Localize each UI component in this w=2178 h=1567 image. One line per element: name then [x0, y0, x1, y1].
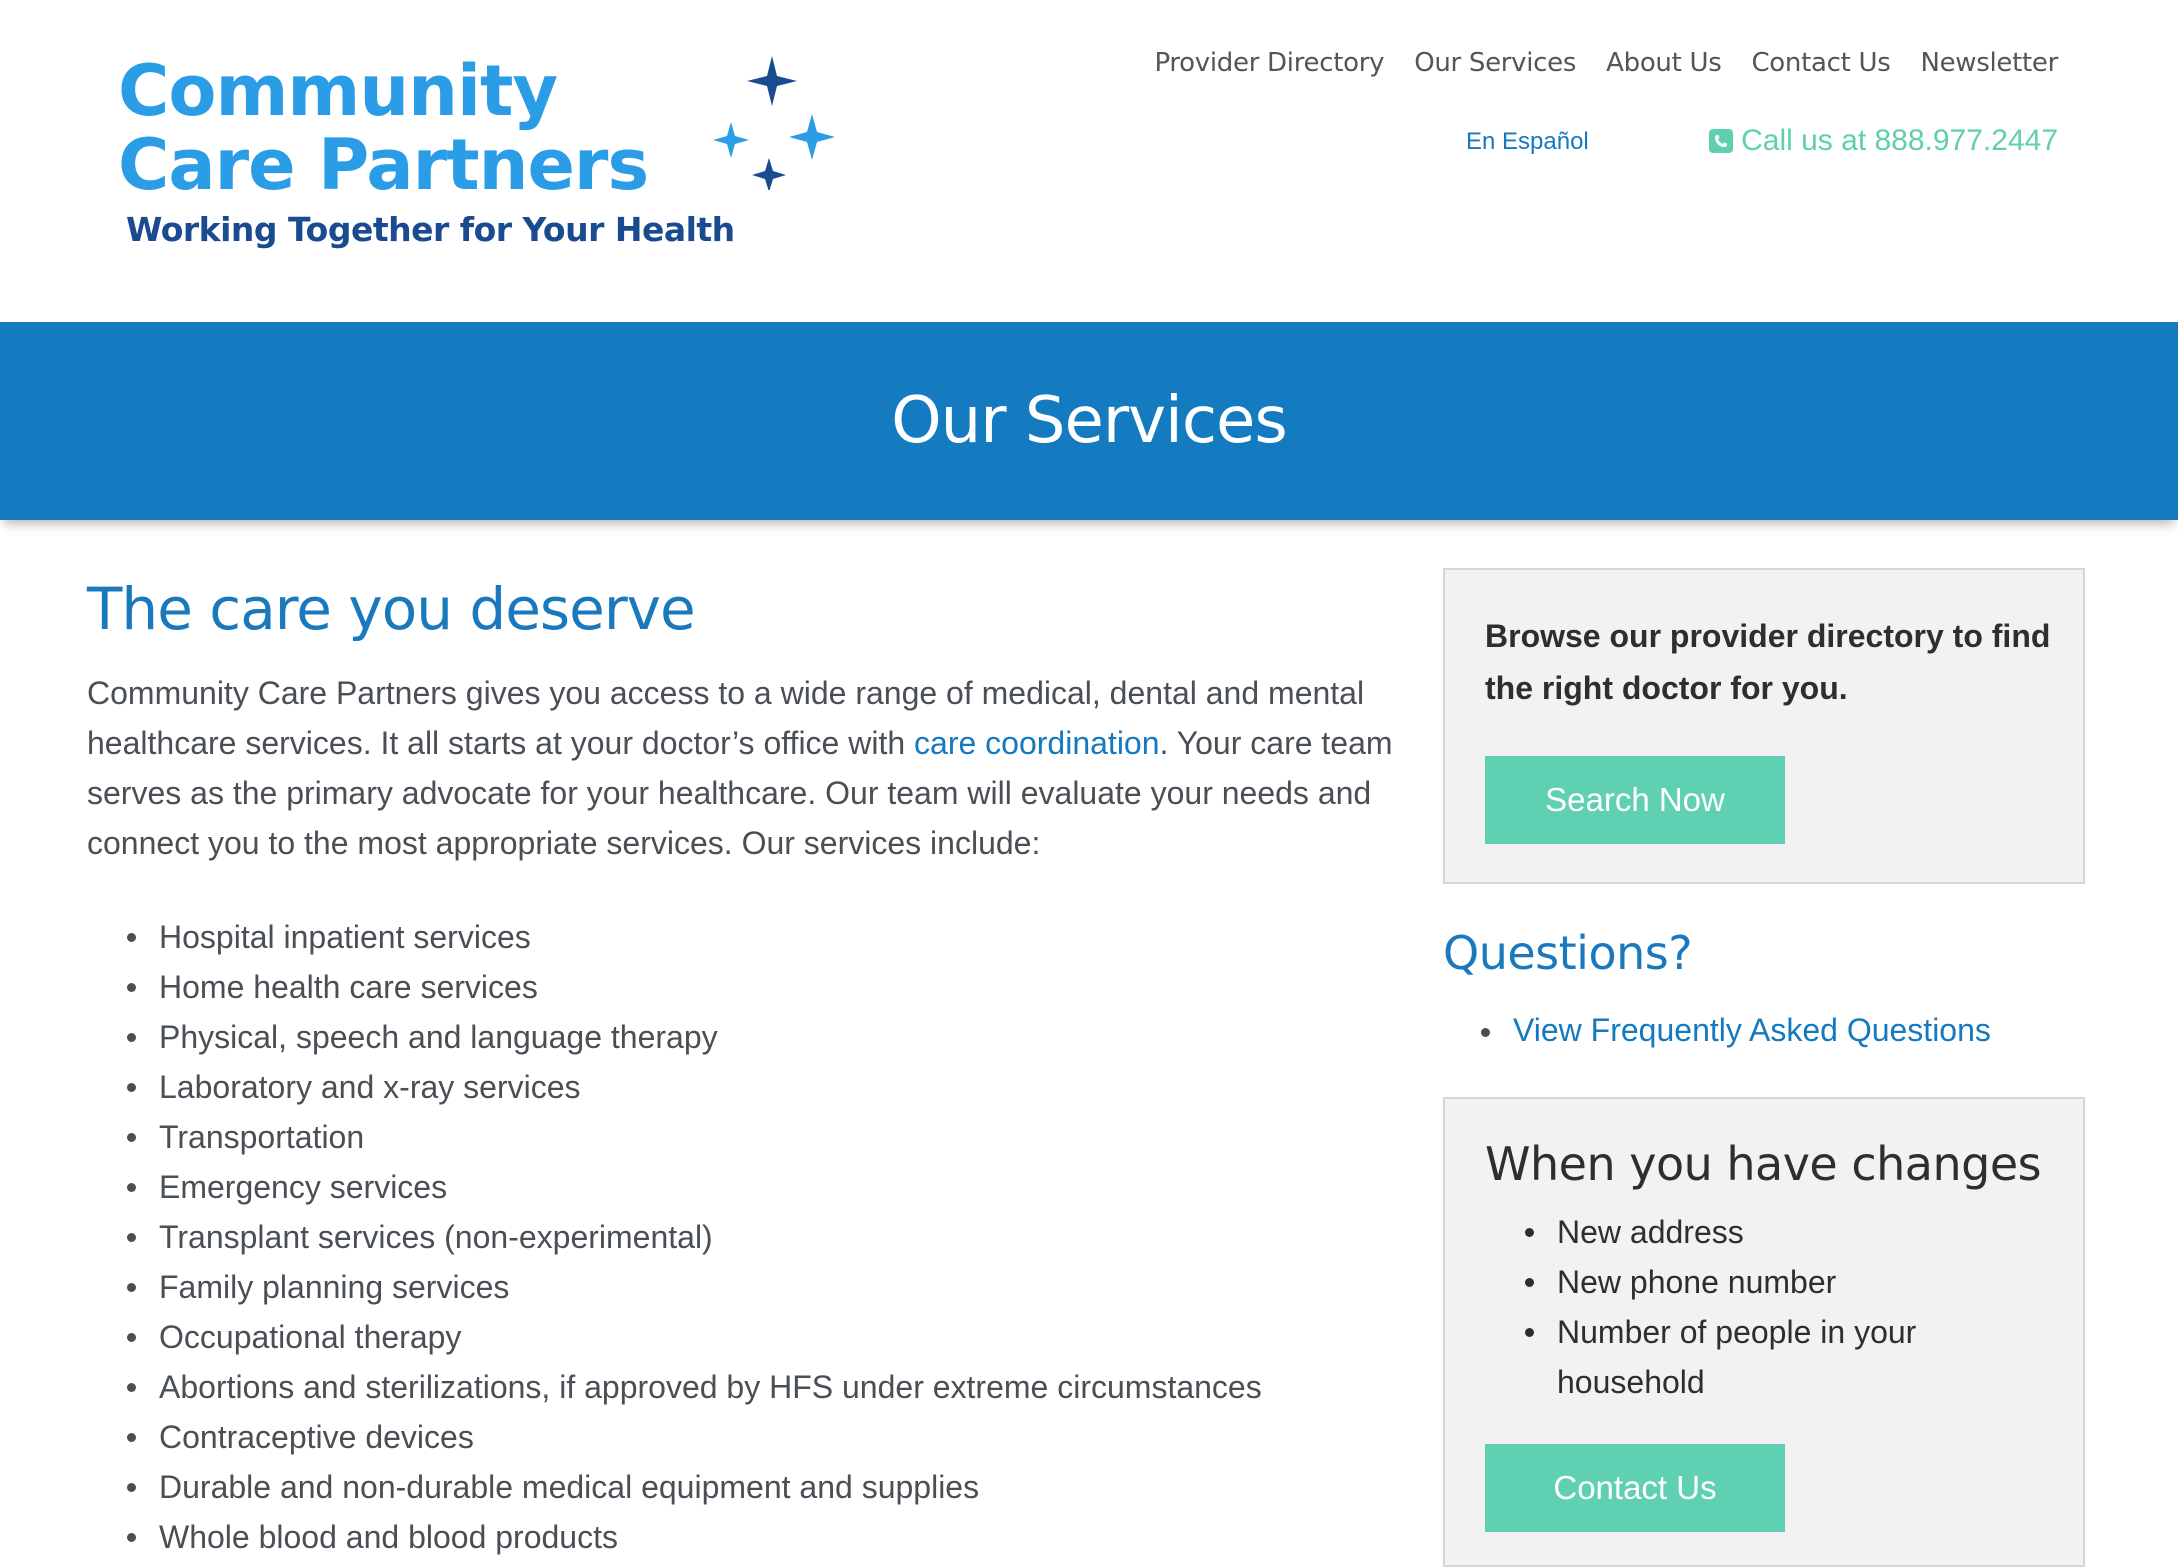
- care-coordination-link[interactable]: care coordination: [914, 725, 1159, 761]
- nav-contact-us[interactable]: Contact Us: [1751, 48, 1890, 78]
- service-item: Transportation: [127, 1112, 1417, 1162]
- logo-line-1: Community: [118, 50, 558, 132]
- service-item: Family planning services: [127, 1262, 1417, 1312]
- change-item: New phone number: [1525, 1257, 2017, 1307]
- change-item: Number of people in your household: [1525, 1307, 2017, 1407]
- search-now-button[interactable]: Search Now: [1485, 756, 1785, 844]
- changes-card: When you have changes New address New ph…: [1443, 1097, 2085, 1567]
- site-logo[interactable]: Community Care Partners Working Together…: [118, 50, 835, 270]
- service-item: Transplant services (non-experimental): [127, 1212, 1417, 1262]
- service-item: Laboratory and x-ray services: [127, 1062, 1417, 1112]
- logo-line-2: Care Partners: [118, 124, 649, 206]
- nav-our-services[interactable]: Our Services: [1414, 48, 1576, 78]
- service-item: Abortions and sterilizations, if approve…: [127, 1362, 1417, 1412]
- faq-link[interactable]: View Frequently Asked Questions: [1513, 1012, 1991, 1048]
- spanish-language-link[interactable]: En Español: [1466, 128, 1589, 156]
- call-us-text: Call us at 888.977.2447: [1741, 124, 2058, 157]
- main-navigation: Provider Directory Our Services About Us…: [1154, 48, 2058, 78]
- nav-provider-directory[interactable]: Provider Directory: [1154, 48, 1384, 78]
- faq-list: View Frequently Asked Questions: [1443, 1012, 2085, 1049]
- provider-directory-text: Browse our provider directory to find th…: [1485, 618, 2051, 706]
- page-title: Our Services: [891, 384, 1287, 458]
- contact-us-button[interactable]: Contact Us: [1485, 1444, 1785, 1532]
- service-item: Contraceptive devices: [127, 1412, 1417, 1462]
- services-list: Hospital inpatient services Home health …: [87, 912, 1417, 1562]
- page-banner: Our Services: [0, 322, 2178, 520]
- change-item: New address: [1525, 1207, 2017, 1257]
- sparkle-stars-icon: [713, 56, 835, 190]
- service-item: Physical, speech and language therapy: [127, 1012, 1417, 1062]
- service-item: Occupational therapy: [127, 1312, 1417, 1362]
- call-us-link[interactable]: Call us at 888.977.2447: [1709, 124, 2058, 158]
- service-item: Emergency services: [127, 1162, 1417, 1212]
- service-item: Durable and non-durable medical equipmen…: [127, 1462, 1417, 1512]
- changes-heading: When you have changes: [1485, 1137, 2042, 1191]
- intro-paragraph: Community Care Partners gives you access…: [87, 668, 1417, 868]
- service-item: Whole blood and blood products: [127, 1512, 1417, 1562]
- section-heading: The care you deserve: [87, 575, 696, 643]
- nav-about-us[interactable]: About Us: [1606, 48, 1722, 78]
- service-item: Home health care services: [127, 962, 1417, 1012]
- questions-section: Questions? View Frequently Asked Questio…: [1443, 930, 2085, 1049]
- faq-list-item: View Frequently Asked Questions: [1481, 1012, 2085, 1049]
- questions-heading: Questions?: [1443, 926, 1693, 980]
- changes-list: New address New phone number Number of p…: [1485, 1207, 2017, 1407]
- service-item: Hospital inpatient services: [127, 912, 1417, 962]
- provider-directory-card: Browse our provider directory to find th…: [1443, 568, 2085, 884]
- logo-tagline: Working Together for Your Health: [126, 210, 735, 249]
- nav-newsletter[interactable]: Newsletter: [1920, 48, 2058, 78]
- phone-icon: [1709, 129, 1734, 153]
- main-content: The care you deserve Community Care Part…: [87, 580, 1417, 1562]
